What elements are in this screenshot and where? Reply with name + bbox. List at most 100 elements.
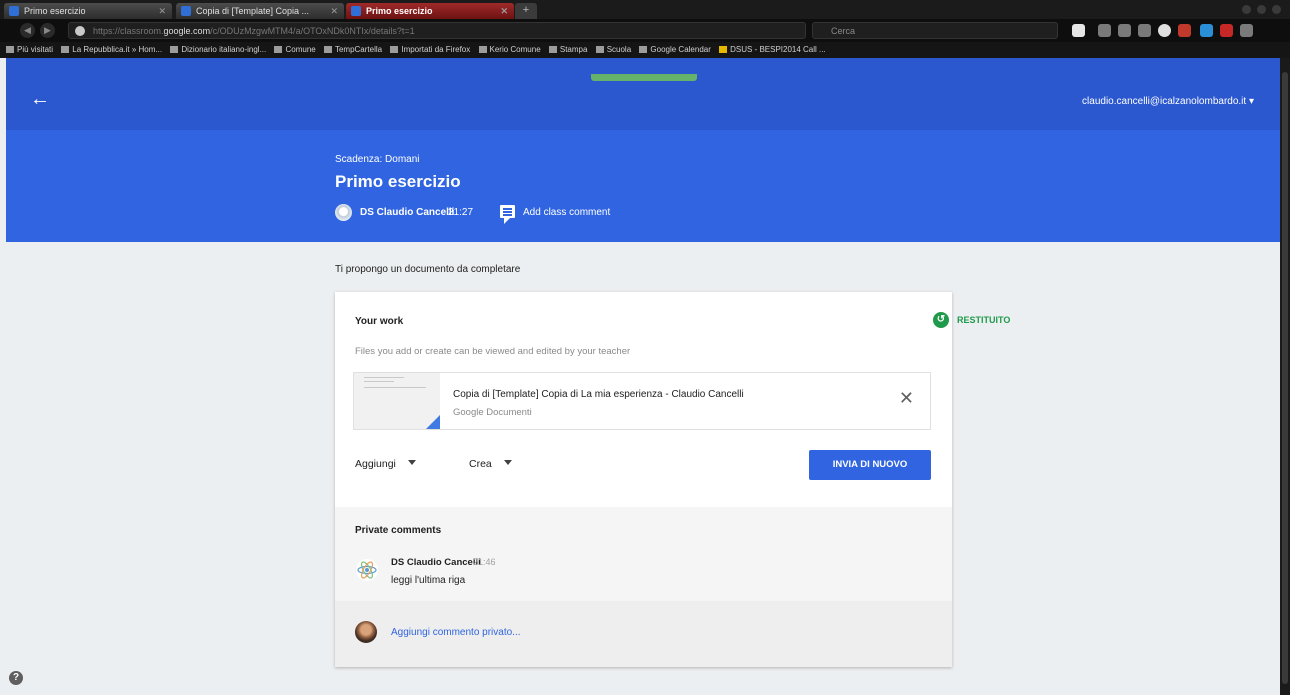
comment-author: DS Claudio Cancelli: [391, 557, 481, 568]
bookmark-item[interactable]: La Repubblica.it » Hom...: [61, 42, 162, 58]
bookmark-folder[interactable]: Stampa: [548, 42, 588, 58]
help-icon[interactable]: ?: [9, 671, 23, 685]
minimize-button[interactable]: [1242, 5, 1251, 14]
your-work-card: Your work ↺ RESTITUITO Files you add or …: [335, 292, 1010, 667]
bookmark-folder[interactable]: Importati da Firefox: [390, 42, 470, 58]
create-dropdown[interactable]: Crea: [469, 458, 512, 470]
private-comments-section: Private comments DS Claudio Cancelli 21:…: [335, 507, 952, 667]
folder-icon: [595, 46, 604, 53]
close-window-button[interactable]: [1272, 5, 1281, 14]
browser-tab[interactable]: Primo esercizio ✕: [4, 3, 172, 19]
adblock-icon[interactable]: [1178, 24, 1191, 37]
bookmark-label: Stampa: [559, 45, 588, 54]
bookmark-icon: [61, 46, 70, 53]
bookmark-item[interactable]: Dizionario italiano-ingl...: [170, 42, 266, 58]
assignment-description: Ti propongo un documento da completare: [335, 264, 521, 275]
avatar: [355, 621, 377, 643]
skype-icon[interactable]: [1200, 24, 1213, 37]
deadline-label: Scadenza: Domani: [335, 154, 420, 165]
bookmark-item[interactable]: Google Calendar: [639, 42, 711, 58]
document-thumbnail[interactable]: [354, 373, 440, 429]
account-menu[interactable]: claudio.cancelli@icalzanolombardo.it ▾: [1082, 96, 1254, 107]
bookmark-icon: [478, 46, 487, 53]
create-label: Crea: [469, 458, 492, 470]
browser-tab-active[interactable]: Primo esercizio ✕: [346, 3, 514, 19]
search-bar[interactable]: Cerca: [812, 22, 1058, 39]
add-dropdown[interactable]: Aggiungi: [355, 458, 416, 470]
forward-button[interactable]: ▶: [40, 23, 55, 38]
url-prefix: https://classroom.: [93, 26, 164, 36]
download-icon[interactable]: [1118, 24, 1131, 37]
attachment-title[interactable]: Copia di [Template] Copia di La mia espe…: [453, 389, 744, 400]
url-domain: google.com: [163, 26, 211, 36]
bookmark-label: Dizionario italiano-ingl...: [181, 45, 267, 54]
status-text: RESTITUITO: [957, 315, 1011, 325]
bookmark-label: Più visitati: [17, 45, 54, 54]
private-comment-composer: Aggiungi commento privato...: [335, 601, 952, 667]
post-time: 21:27: [448, 207, 474, 218]
browser-tab-bar: Primo esercizio ✕ Copia di [Template] Co…: [0, 0, 1290, 19]
docs-icon: [181, 6, 191, 16]
comment-text: leggi l'ultima riga: [391, 575, 466, 586]
arrow-back-icon[interactable]: ←: [30, 89, 50, 109]
bookmark-star-icon[interactable]: [1072, 24, 1085, 37]
author-name: DS Claudio Cancelli: [360, 207, 455, 218]
bookmark-icon: [170, 46, 179, 53]
account-email: claudio.cancelli@icalzanolombardo.it: [1082, 96, 1247, 107]
bookmark-item[interactable]: Kerio Comune: [478, 42, 541, 58]
close-icon[interactable]: ✕: [158, 3, 166, 19]
tab-label: Primo esercizio: [366, 6, 433, 16]
folder-icon: [548, 46, 557, 53]
close-icon[interactable]: ✕: [330, 3, 338, 19]
back-button[interactable]: ◀: [20, 23, 35, 38]
home-icon[interactable]: [1138, 24, 1151, 37]
close-icon[interactable]: ✕: [899, 389, 914, 407]
folder-icon: [719, 46, 728, 53]
browser-tab[interactable]: Copia di [Template] Copia ... ✕: [176, 3, 344, 19]
private-comment-input[interactable]: Aggiungi commento privato...: [391, 627, 521, 638]
attachment-type: Google Documenti: [453, 407, 532, 418]
add-class-comment-link[interactable]: Add class comment: [523, 207, 610, 218]
avatar: [356, 559, 378, 581]
bookmark-folder[interactable]: Scuola: [595, 42, 631, 58]
new-tab-button[interactable]: +: [515, 3, 537, 19]
classroom-icon: [351, 6, 361, 16]
close-icon[interactable]: ✕: [500, 3, 508, 19]
bookmark-folder[interactable]: DSUS - BESPI2014 Call ...: [719, 42, 826, 58]
comment-time: 21:46: [473, 557, 496, 567]
scrollbar[interactable]: [1280, 58, 1290, 695]
loading-indicator: [591, 74, 697, 81]
folder-icon: [323, 46, 332, 53]
bookmark-icon: [6, 46, 14, 53]
search-placeholder: Cerca: [831, 26, 856, 36]
attachment-card[interactable]: Copia di [Template] Copia di La mia espe…: [353, 372, 931, 430]
maximize-button[interactable]: [1257, 5, 1266, 14]
app-bar: ← claudio.cancelli@icalzanolombardo.it ▾: [6, 58, 1280, 130]
add-label: Aggiungi: [355, 458, 396, 470]
pocket-icon[interactable]: [1098, 24, 1111, 37]
private-comments-heading: Private comments: [355, 525, 442, 536]
resubmit-button[interactable]: INVIA DI NUOVO: [809, 450, 931, 480]
chat-icon[interactable]: [1158, 24, 1171, 37]
tab-label: Primo esercizio: [24, 6, 86, 16]
bookmark-label: Importati da Firefox: [401, 45, 471, 54]
bookmarks-bar: Più visitati La Repubblica.it » Hom... D…: [0, 42, 1290, 58]
chevron-down-icon: [407, 460, 416, 465]
url-path: /c/ODUzMzgwMTM4/a/OTOxNDk0NTIx/details?t…: [210, 26, 415, 36]
page-title: Primo esercizio: [335, 172, 461, 191]
bookmark-folder[interactable]: Comune: [274, 42, 316, 58]
docs-icon: [426, 415, 440, 429]
browser-nav-bar: ◀ ▶ https://classroom.google.com/c/ODUzM…: [0, 19, 1290, 42]
extension-icon[interactable]: [1220, 24, 1233, 37]
scrollbar-thumb[interactable]: [1282, 72, 1288, 684]
folder-icon: [274, 46, 283, 53]
bookmark-label: Google Calendar: [650, 45, 711, 54]
menu-icon[interactable]: [1240, 24, 1253, 37]
bookmark-folder[interactable]: TempCartella: [323, 42, 382, 58]
bookmark-label: DSUS - BESPI2014 Call ...: [730, 45, 826, 54]
site-identity-icon[interactable]: [75, 26, 85, 36]
address-bar[interactable]: https://classroom.google.com/c/ODUzMzgwM…: [68, 22, 806, 39]
bookmark-item[interactable]: Più visitati: [6, 42, 53, 58]
comment-icon[interactable]: [500, 205, 515, 224]
bookmark-label: La Repubblica.it » Hom...: [72, 45, 163, 54]
